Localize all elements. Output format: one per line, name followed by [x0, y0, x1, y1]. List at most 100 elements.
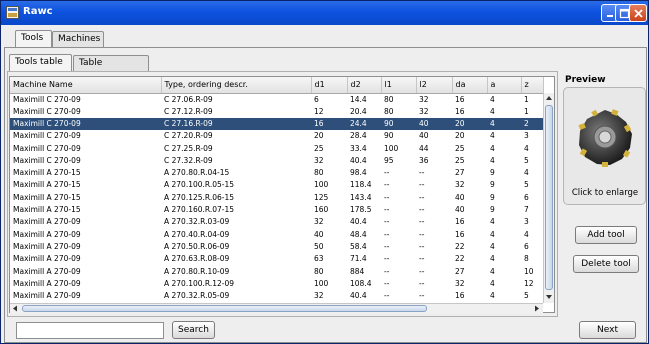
table-cell: 28.4 [350, 131, 367, 141]
table-cell: 40.4 [350, 291, 367, 301]
column-header[interactable]: l1 [381, 77, 417, 94]
title-bar[interactable]: Rawc [1, 1, 648, 25]
app-icon [6, 6, 19, 19]
table-row[interactable]: Maximill C 270-09 C 27.32.R-09 32 40.4 95 36 2… [10, 155, 543, 167]
table-cell: -- [384, 291, 390, 301]
table-row[interactable]: Maximill C 270-09 C 27.25.R-09 25 33.4 100 44… [10, 142, 543, 154]
table-cell: 10 [524, 266, 534, 276]
scroll-up-arrow-icon[interactable] [544, 93, 554, 103]
column-header[interactable]: Type, ordering descr. [161, 77, 312, 94]
table-cell: 4 [490, 155, 495, 165]
table-cell: 95 [384, 155, 394, 165]
milling-cutter-image[interactable] [570, 102, 640, 172]
column-header[interactable]: da [452, 77, 488, 94]
tab-machines[interactable]: Machines [52, 31, 104, 48]
table-cell: 32 [455, 278, 465, 288]
app-window: Rawc Tools Machines Tools table Table ma… [0, 0, 649, 344]
table-row[interactable]: Maximill A 270-09 A 270.63.R.08-09 63 71.4 -… [10, 253, 543, 265]
table-cell: 16 [455, 106, 465, 116]
table-row[interactable]: Maximill A 270-15 A 270.100.R.05-15 100 118… [10, 179, 543, 191]
table-row[interactable]: Maximill A 270-15 A 270.125.R.06-15 125 143… [10, 192, 543, 204]
column-header[interactable]: d2 [347, 77, 382, 94]
table-cell: 4 [490, 131, 495, 141]
table-cell: Maximill C 270-09 [10, 117, 161, 131]
table-cell: -- [384, 168, 390, 178]
table-row[interactable]: Maximill A 270-15 A 270.80.R.04-15 80 98.4 -… [10, 167, 543, 179]
table-cell: 4 [490, 278, 495, 288]
table-cell: Maximill C 270-09 [13, 106, 81, 116]
table-cell: 4 [490, 254, 495, 264]
close-icon [634, 9, 643, 18]
table-cell: -- [419, 254, 425, 264]
column-header[interactable]: l2 [416, 77, 453, 94]
table-cell: 16 [311, 117, 347, 131]
table-row[interactable]: Maximill C 270-09 C 27.20.R-09 20 28.4 90 40 2… [10, 130, 543, 142]
table-cell: 80 [314, 266, 324, 276]
table-horizontal-scrollbar[interactable] [10, 303, 543, 313]
table-cell: 32 [314, 217, 324, 227]
table-cell: -- [419, 168, 425, 178]
table-row[interactable]: Maximill C 270-09 C 27.16.R-09 16 24.4 90 40 2… [10, 117, 543, 131]
table-cell: 32 [419, 94, 429, 104]
table-cell: Maximill A 270-09 [13, 229, 81, 239]
search-button[interactable]: Search [172, 321, 215, 339]
table-cell: 71.4 [350, 254, 367, 264]
table-cell: C 27.20.R-09 [164, 131, 213, 141]
column-header[interactable]: a [487, 77, 522, 94]
preview-title: Preview [565, 75, 606, 85]
vertical-scroll-thumb[interactable] [545, 105, 553, 290]
table-row[interactable]: Maximill A 270-15 A 270.160.R.07-15 160 178… [10, 204, 543, 216]
table-cell: 25 [455, 143, 465, 153]
table-cell: A 270.100.R.12-09 [164, 278, 235, 288]
delete-tool-button[interactable]: Delete tool [573, 255, 639, 273]
click-to-enlarge-label[interactable]: Click to enlarge [565, 188, 645, 198]
table-row[interactable]: Maximill A 270-09 A 270.100.R.12-09 100 108… [10, 278, 543, 290]
table-cell: 22 [455, 241, 465, 251]
table-cell: 9 [490, 168, 495, 178]
table-cell: 20 [455, 131, 465, 141]
table-row[interactable]: Maximill A 270-09 A 270.32.R.05-09 32 40.4 -… [10, 290, 543, 302]
column-header[interactable]: z [521, 77, 544, 94]
table-cell: 1 [524, 94, 529, 104]
scroll-left-arrow-icon[interactable] [10, 304, 20, 313]
table-cell: 125 [314, 192, 329, 202]
add-tool-button[interactable]: Add tool [575, 226, 637, 244]
table-cell: -- [384, 241, 390, 251]
table-cell: 100 [314, 278, 329, 288]
table-cell: Maximill C 270-09 [13, 94, 81, 104]
tab-tools[interactable]: Tools [15, 30, 52, 48]
scroll-right-arrow-icon[interactable] [532, 304, 542, 313]
scroll-down-arrow-icon[interactable] [544, 292, 554, 302]
column-header[interactable]: Machine Name [10, 77, 162, 94]
table-cell: C 27.25.R-09 [164, 143, 213, 153]
table-row[interactable]: Maximill C 270-09 C 27.06.R-09 6 14.4 80 32 16… [10, 93, 543, 106]
table-cell: 8 [524, 254, 529, 264]
table-row[interactable]: Maximill A 270-09 A 270.80.R.10-09 80 884 --… [10, 265, 543, 277]
table-row[interactable]: Maximill C 270-09 C 27.12.R-09 12 20.4 80 32 1… [10, 106, 543, 118]
table-cell: 80 [384, 94, 394, 104]
table-cell: Maximill A 270-15 [13, 205, 81, 215]
horizontal-scroll-thumb[interactable] [22, 305, 427, 312]
table-row[interactable]: Maximill A 270-09 A 270.40.R.04-09 40 48.4 -… [10, 228, 543, 240]
table-vertical-scrollbar[interactable] [543, 93, 554, 303]
table-cell: 40 [314, 229, 324, 239]
tab-table-managing[interactable]: Table managing [73, 55, 149, 83]
tab-tools-table[interactable]: Tools table [9, 54, 72, 72]
search-input[interactable] [16, 322, 164, 339]
table-cell: 4 [490, 266, 495, 276]
table-cell: A 270.125.R.06-15 [164, 192, 235, 202]
next-button[interactable]: Next [579, 321, 636, 339]
table-cell: 25 [455, 155, 465, 165]
table-cell: 160 [314, 205, 329, 215]
table-cell: 27 [455, 168, 465, 178]
tools-table: Machine Name Type, ordering descr. d1 d2 l1 l… [9, 76, 555, 313]
close-button[interactable] [629, 4, 647, 22]
table-cell: Maximill A 270-09 [13, 278, 81, 288]
table-cell: -- [419, 241, 425, 251]
table-cell: -- [419, 205, 425, 215]
table-cell: 6 [524, 192, 529, 202]
table-cell: 884 [350, 266, 365, 276]
table-row[interactable]: Maximill A 270-09 A 270.32.R.03-09 32 40.4 -… [10, 216, 543, 228]
table-row[interactable]: Maximill A 270-09 A 270.50.R.06-09 50 58.4 -… [10, 241, 543, 253]
column-header[interactable]: d1 [311, 77, 348, 94]
